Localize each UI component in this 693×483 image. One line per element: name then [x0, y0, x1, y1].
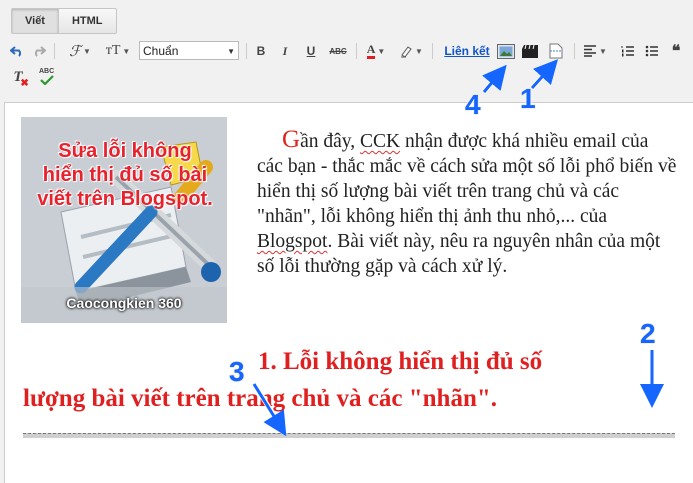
annotation-arrows	[251, 59, 664, 437]
arrow-3	[252, 383, 287, 437]
arrow-4	[482, 64, 507, 93]
annotation-number-1: 1	[520, 83, 536, 114]
annotation-number-4: 4	[465, 89, 481, 120]
annotation-number-3: 3	[229, 356, 245, 387]
annotation-number-2: 2	[640, 318, 656, 349]
